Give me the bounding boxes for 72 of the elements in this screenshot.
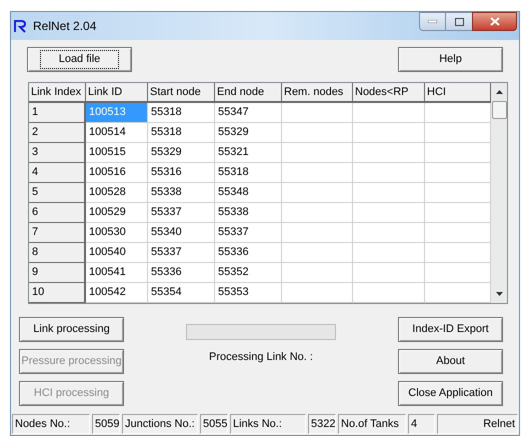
scroll-thumb[interactable] [492,101,506,119]
table-cell: 55318 [148,123,215,143]
table-cell: 55329 [148,143,215,163]
table-cell: 55338 [148,183,215,203]
table-cell: 55318 [215,163,282,183]
table-cell: 100514 [86,123,148,143]
row-header: 3 [29,143,86,163]
close-icon [490,17,500,26]
table-cell: 100516 [86,163,148,183]
column-header[interactable]: Nodes<RP [353,83,425,103]
table-cell: 100540 [86,243,148,263]
push-button[interactable]: Help [398,47,503,72]
status-value: 4 [408,414,435,434]
vertical-scrollbar[interactable] [491,83,507,303]
row-header: 2 [29,123,86,143]
minimize-icon [428,20,437,23]
maximize-icon [454,18,464,26]
table-cell: 100542 [86,283,148,303]
status-label: Junctions No.: [122,414,198,434]
table-cell: 55353 [215,283,282,303]
table-cell: 55348 [215,183,282,203]
column-header[interactable]: Link Index [29,83,86,103]
row-header: 8 [29,243,86,263]
status-label: Nodes No.: [12,414,90,434]
window-title: RelNet 2.04 [33,18,96,35]
table-cell: 55338 [215,203,282,223]
close-button[interactable] [472,12,517,31]
push-button[interactable]: Load file [27,47,132,72]
row-header: 1 [29,103,86,123]
table-cell: 55337 [148,243,215,263]
table-cell: 100528 [86,183,148,203]
table-cell: 55336 [148,263,215,283]
table-cell: 100529 [86,203,148,223]
table-cell: 55340 [148,223,215,243]
row-header: 9 [29,263,86,283]
column-header[interactable]: Rem. nodes [282,83,353,103]
status-value: 5055 [200,414,228,434]
processing-label: Processing Link No. : [209,350,313,365]
push-button[interactable]: Link processing [19,317,124,342]
column-header[interactable]: HCI [425,83,491,103]
column-header[interactable]: Link ID [86,83,148,103]
table-cell: 55329 [215,123,282,143]
table-cell: 55316 [148,163,215,183]
column-header[interactable]: End node [215,83,282,103]
status-value: 5322 [308,414,336,434]
row-header: 4 [29,163,86,183]
status-label: Links No.: [230,414,306,434]
table-cell: 55336 [215,243,282,263]
status-label: No.of Tanks [338,414,406,434]
push-button[interactable]: Index-ID Export [398,317,503,342]
row-header: 6 [29,203,86,223]
row-header: 5 [29,183,86,203]
table-cell: 55354 [148,283,215,303]
table-cell: 55337 [148,203,215,223]
push-button[interactable]: Close Application [398,381,503,406]
table-cell: 100541 [86,263,148,283]
table-cell: 55352 [215,263,282,283]
row-header: 7 [29,223,86,243]
table-cell: 100530 [86,223,148,243]
table-cell: 55321 [215,143,282,163]
app-logo-icon [13,19,27,33]
table-cell: 100513 [86,103,148,123]
table-cell: 55337 [215,223,282,243]
push-button[interactable]: About [398,349,503,374]
status-brand: Relnet [437,414,518,434]
row-header: 10 [29,283,86,303]
table-cell: 55347 [215,103,282,123]
table-cell: 100515 [86,143,148,163]
table-cell: 55318 [148,103,215,123]
status-value: 5059 [92,414,120,434]
maximize-button[interactable] [446,12,472,31]
column-header[interactable]: Start node [148,83,215,103]
